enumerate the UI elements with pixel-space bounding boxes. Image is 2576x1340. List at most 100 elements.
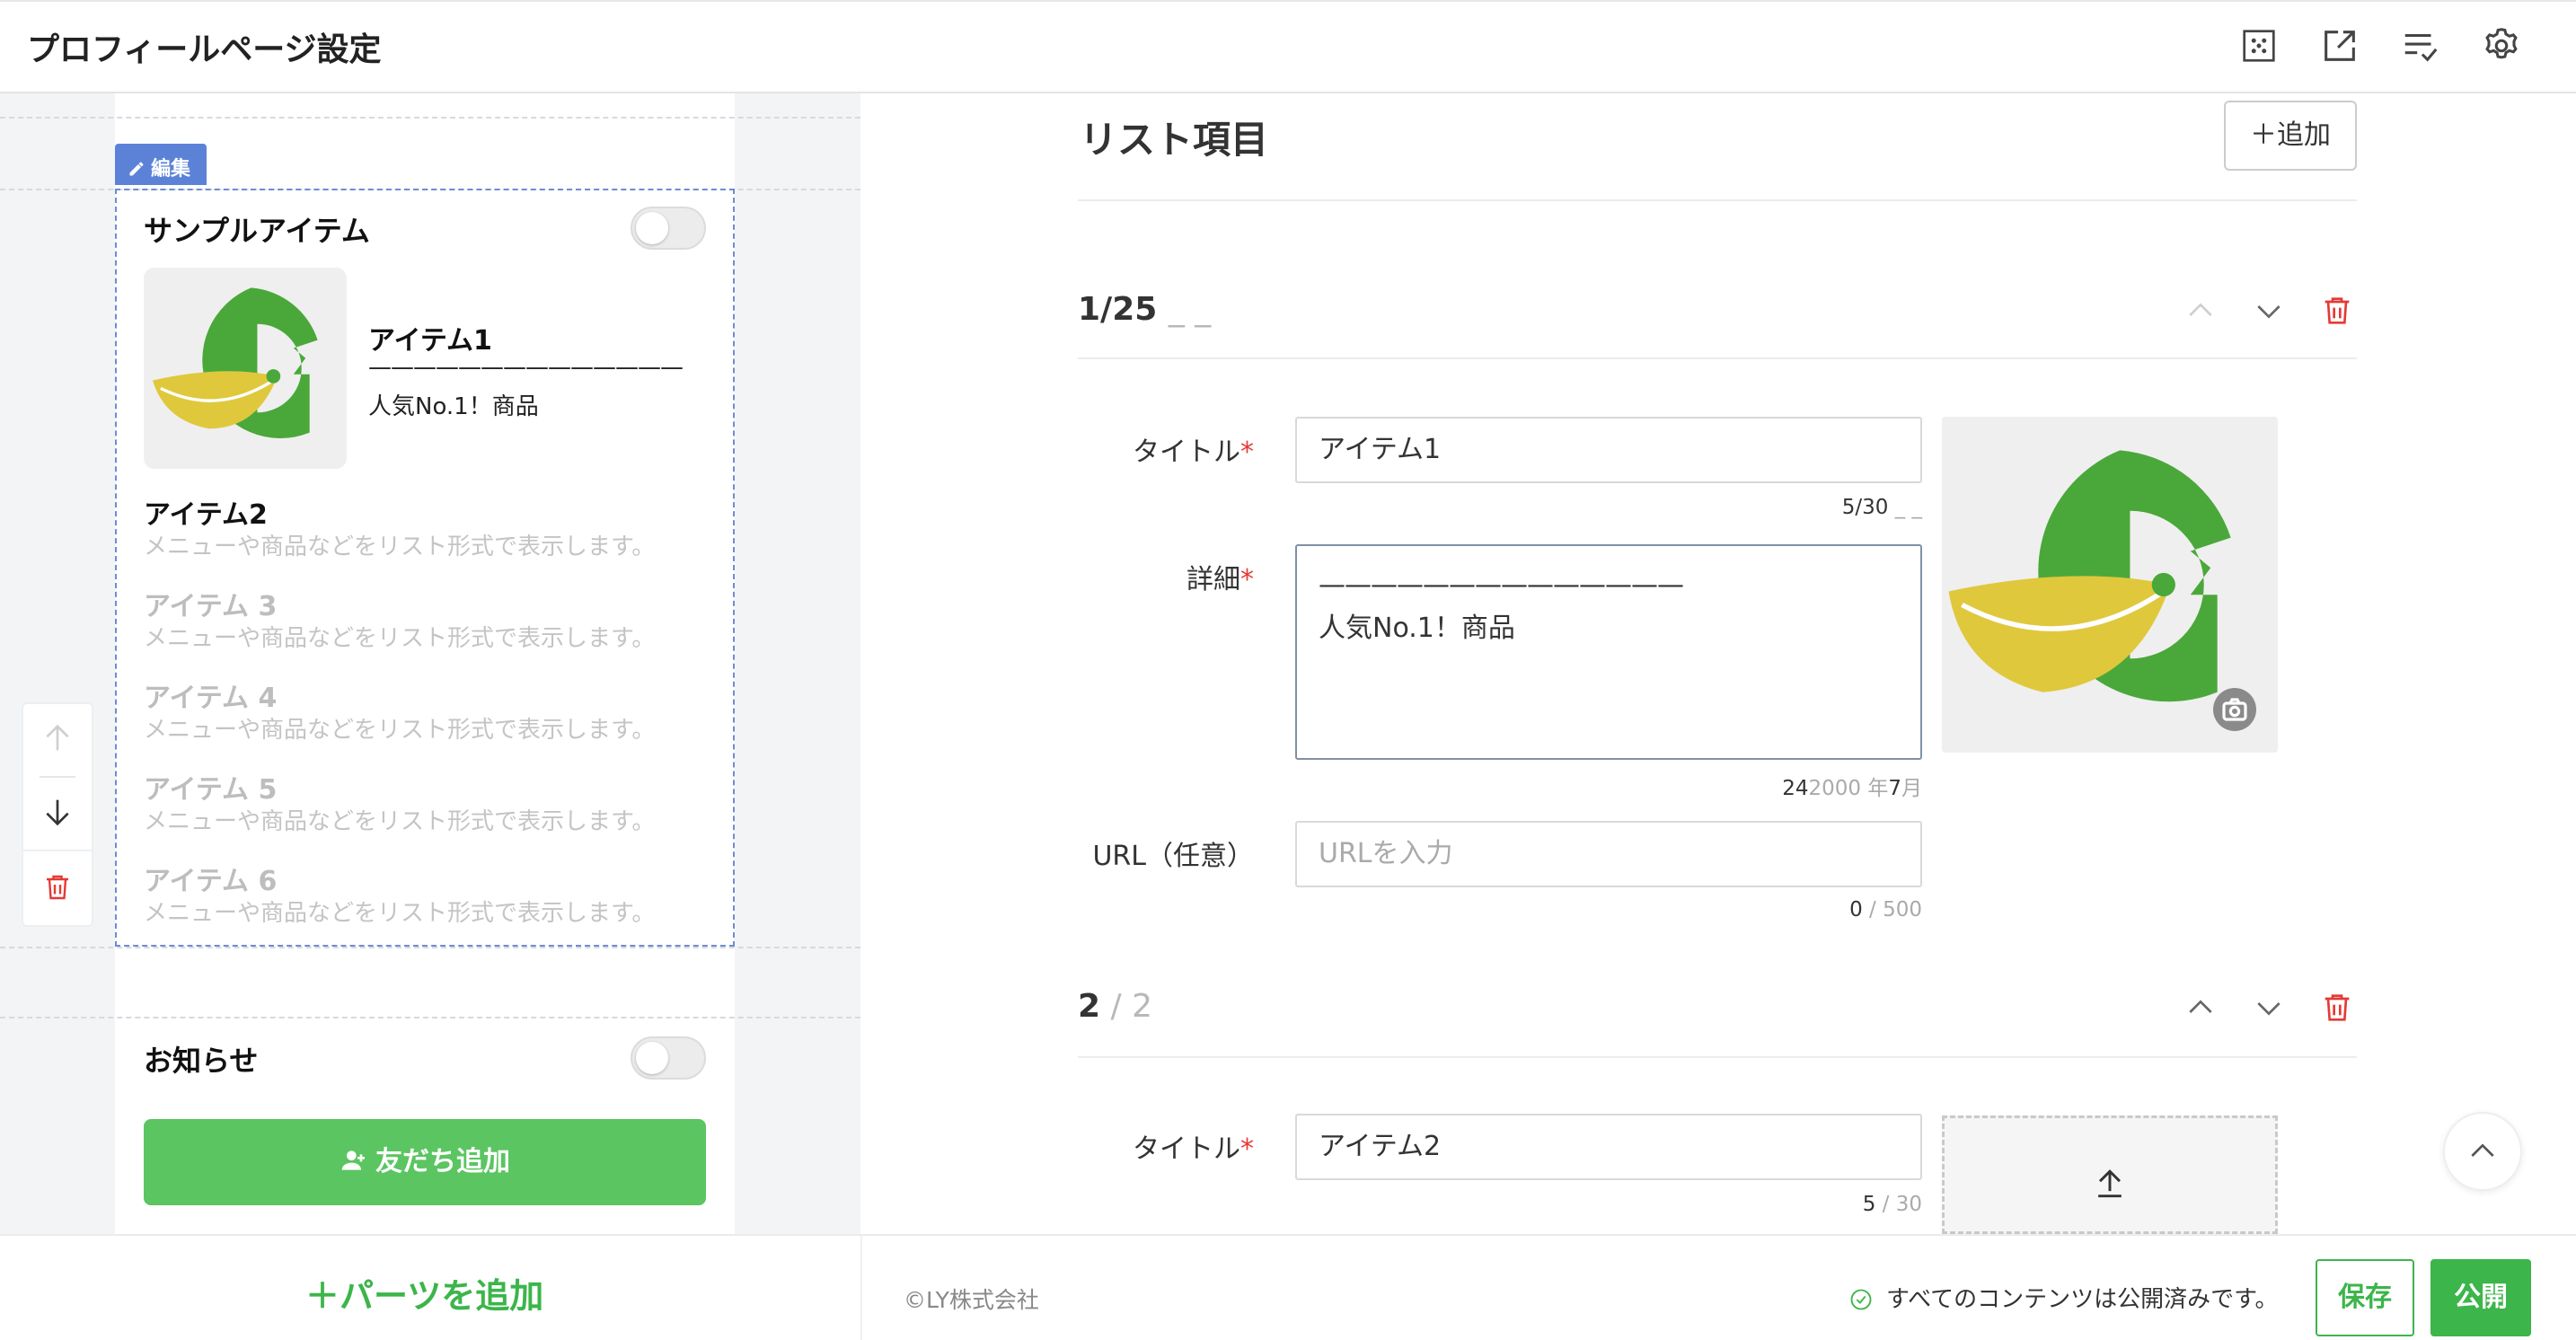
count-tail: 月 <box>1901 777 1922 800</box>
item-counter: 2 / 2 <box>1078 988 1152 1025</box>
title-label: タイトル* <box>1078 429 1254 469</box>
app-header <box>0 0 2576 93</box>
item-counter-value: 1/25 <box>1078 291 1158 328</box>
list-item-desc: メニューや商品などをリスト形式で表示します。 <box>144 533 656 560</box>
detail-char-count: 242000 年7月 <box>1654 771 1922 801</box>
trash-icon[interactable] <box>2319 293 2355 332</box>
list-item-desc: メニューや商品などをリスト形式で表示します。 <box>144 625 656 652</box>
count-rest: 2000 年 <box>1808 777 1889 800</box>
pencil-icon <box>129 162 144 176</box>
list-item-desc: —————————————— <box>368 354 684 381</box>
arrow-down-icon[interactable] <box>40 794 75 830</box>
section-title: サンプルアイテム <box>144 214 370 248</box>
count-value: 5 <box>1862 1193 1876 1216</box>
list-item-title: アイテム2 <box>144 499 268 531</box>
edit-tag[interactable]: 編集 <box>115 144 207 185</box>
divider <box>1078 199 2357 201</box>
section-visibility-toggle[interactable] <box>631 207 706 250</box>
external-link-icon[interactable] <box>2319 25 2360 66</box>
settings-gear-icon[interactable] <box>2481 25 2522 66</box>
list-item-desc: メニューや商品などをリスト形式で表示します。 <box>144 808 656 835</box>
add-friend-button[interactable]: 友だち追加 <box>144 1119 706 1205</box>
count-month: 7 <box>1888 777 1901 800</box>
section-divider <box>0 947 860 948</box>
title-label-text: タイトル <box>1133 436 1240 468</box>
url-char-count: 0 / 500 <box>1744 898 1922 921</box>
url-input[interactable]: URLを入力 <box>1295 821 1922 887</box>
title-char-count: 5 / 30 <box>1744 1193 1922 1216</box>
list-item-title: アイテム 4 <box>144 683 278 714</box>
count-value: 24 <box>1782 777 1809 800</box>
section-divider <box>0 1017 860 1018</box>
trash-icon[interactable] <box>2319 990 2355 1029</box>
footer-divider <box>860 1236 862 1340</box>
count-max: / 500 <box>1862 898 1922 921</box>
chevron-down-icon[interactable] <box>2251 990 2287 1029</box>
item-counter: 1/25 _ _ <box>1078 291 1211 328</box>
list-check-icon[interactable] <box>2400 25 2441 66</box>
list-item-title: アイテム1 <box>368 325 492 357</box>
title-label-text: タイトル <box>1133 1133 1240 1165</box>
chevron-up-icon[interactable] <box>2183 293 2219 332</box>
count-max: / 30 <box>1875 1193 1922 1216</box>
item-thumbnail <box>144 268 347 469</box>
arrow-up-icon[interactable] <box>40 720 75 756</box>
divider <box>23 850 92 851</box>
logo-image <box>145 268 346 469</box>
publish-status-text: すべてのコンテンツは公開済みです。 <box>1886 1286 2279 1313</box>
publish-status: すべてのコンテンツは公開済みです。 <box>1848 1281 2279 1314</box>
upload-icon <box>2090 1163 2130 1203</box>
divider <box>40 776 75 778</box>
item-counter-total: / 2 <box>1100 988 1152 1025</box>
divider <box>1078 1056 2357 1058</box>
divider <box>1078 357 2357 359</box>
camera-icon[interactable] <box>2213 688 2256 731</box>
list-item-desc: メニューや商品などをリスト形式で表示します。 <box>144 900 656 927</box>
add-item-button[interactable]: ＋追加 <box>2224 101 2357 171</box>
chevron-down-icon[interactable] <box>2251 293 2287 332</box>
list-item-desc: 人気No.1！商品 <box>368 393 539 420</box>
item-image-preview[interactable] <box>1942 417 2278 753</box>
required-mark: * <box>1240 564 1254 595</box>
title-input[interactable]: アイテム2 <box>1295 1114 1922 1180</box>
list-item-title: アイテム 3 <box>144 591 278 622</box>
detail-textarea[interactable]: —————————————— 人気No.1！商品 <box>1295 544 1922 760</box>
detail-line: —————————————— <box>1319 569 1684 601</box>
scroll-to-top-button[interactable] <box>2443 1112 2522 1191</box>
count-suffix: _ _ <box>1894 496 1922 519</box>
add-parts-button[interactable]: ＋パーツを追加 <box>305 1268 543 1318</box>
detail-label-text: 詳細 <box>1187 564 1240 595</box>
count-value: 5/30 <box>1841 496 1889 519</box>
list-item-title: アイテム 5 <box>144 774 278 806</box>
add-friend-label: 友だち追加 <box>375 1146 510 1177</box>
image-upload-area[interactable] <box>1942 1115 2278 1234</box>
item-counter-value: 2 <box>1078 988 1101 1025</box>
block-move-controls <box>22 702 93 927</box>
required-mark: * <box>1240 1133 1254 1165</box>
chevron-up-icon <box>2471 1143 2494 1157</box>
title-char-count: 5/30 _ _ <box>1744 496 1922 519</box>
title-input[interactable]: アイテム1 <box>1295 417 1922 483</box>
add-user-icon <box>341 1150 365 1170</box>
detail-line: 人気No.1！商品 <box>1319 613 1515 644</box>
publish-button[interactable]: 公開 <box>2430 1259 2531 1336</box>
check-circle-icon <box>1850 1289 1872 1310</box>
page-title: プロフィールページ設定 <box>27 31 382 68</box>
chevron-up-icon[interactable] <box>2183 990 2219 1029</box>
edit-tag-label: 編集 <box>151 158 191 181</box>
news-section-title: お知らせ <box>144 1044 259 1078</box>
trash-icon[interactable] <box>41 871 74 904</box>
section-divider <box>0 117 860 119</box>
title-label: タイトル* <box>1078 1126 1254 1166</box>
list-item-desc: メニューや商品などをリスト形式で表示します。 <box>144 717 656 744</box>
required-mark: * <box>1240 436 1254 468</box>
save-button[interactable]: 保存 <box>2316 1259 2414 1336</box>
qr-grid-icon[interactable] <box>2238 25 2280 66</box>
copyright-text: ©LY株式会社 <box>904 1287 1039 1313</box>
count-value: 0 <box>1849 898 1863 921</box>
list-item-title: アイテム 6 <box>144 866 278 897</box>
news-visibility-toggle[interactable] <box>631 1036 706 1080</box>
item-counter-suffix: _ _ <box>1168 291 1212 328</box>
url-label: URL（任意） <box>1092 841 1254 872</box>
detail-label: 詳細* <box>1078 557 1254 596</box>
